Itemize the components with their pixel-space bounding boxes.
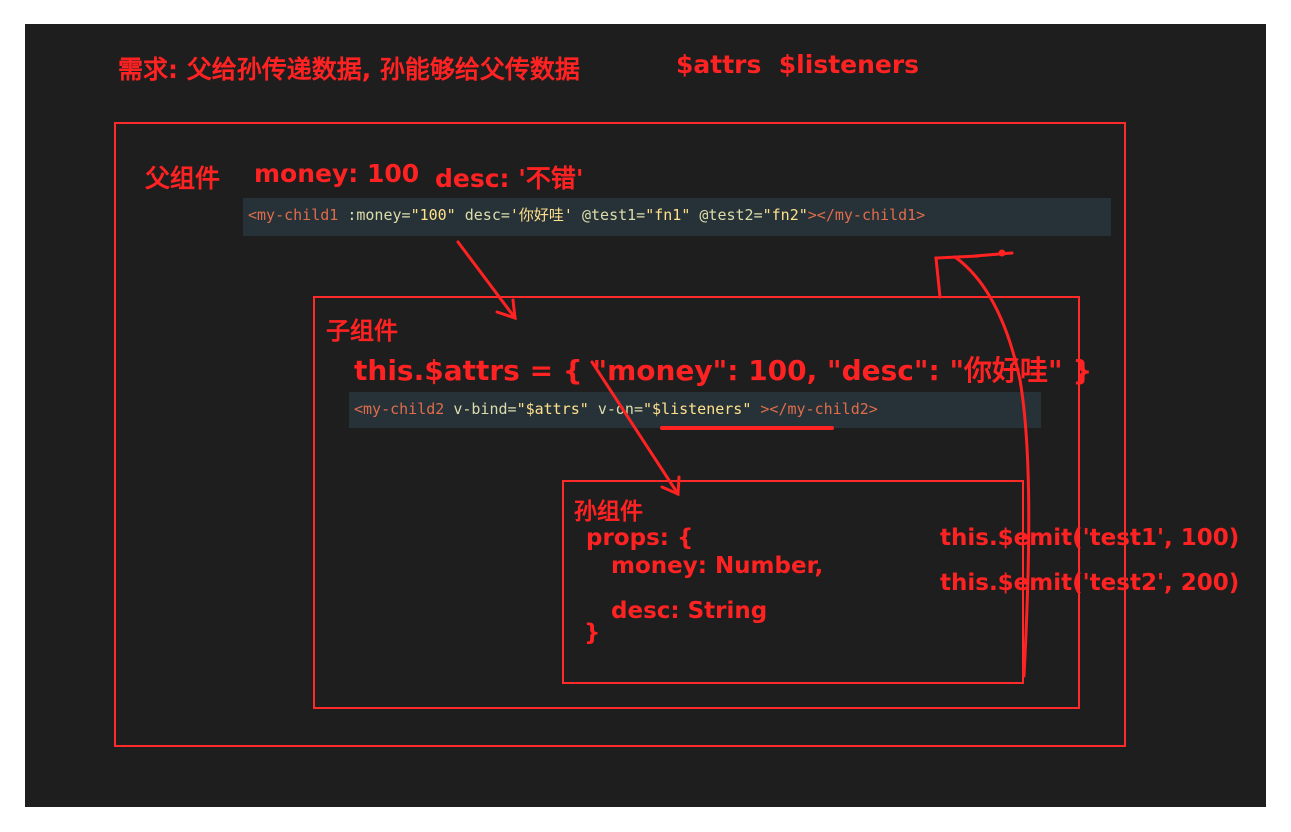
arrow-parent-to-child — [456, 240, 517, 321]
arrow-grandchild-to-parent — [934, 249, 1031, 678]
annotation-overlay — [456, 240, 1031, 678]
